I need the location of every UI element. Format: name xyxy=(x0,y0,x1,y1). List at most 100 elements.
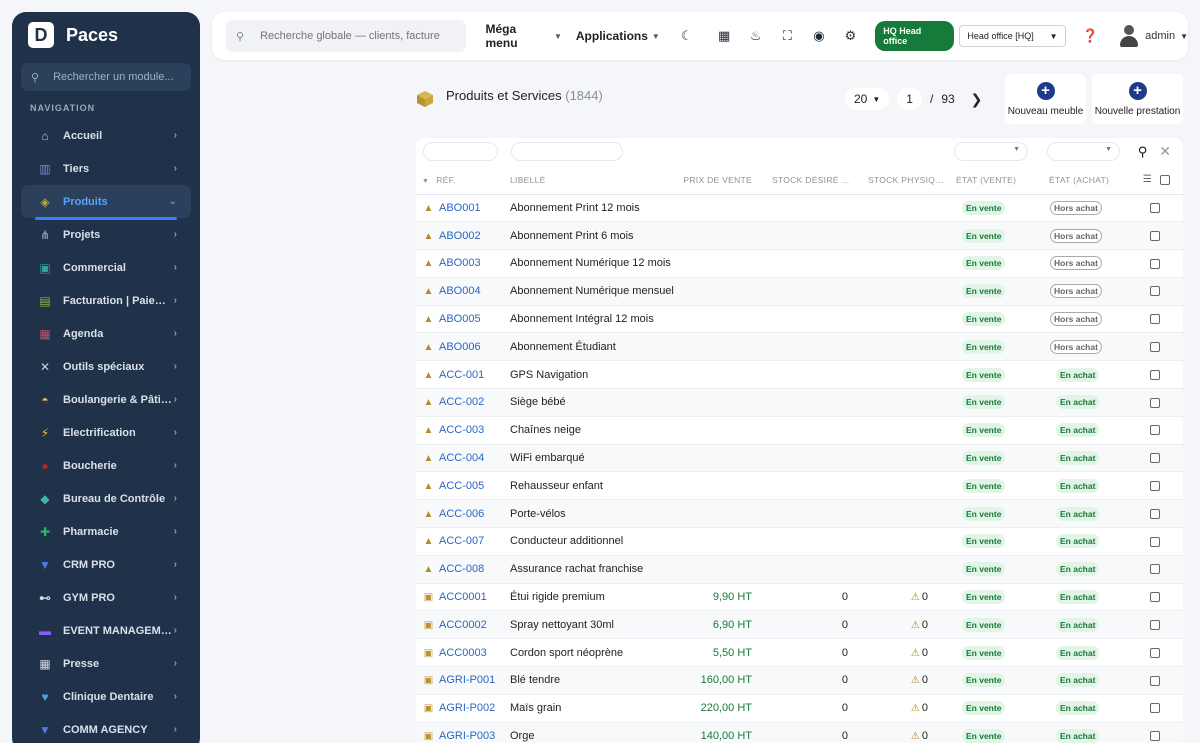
row-checkbox[interactable] xyxy=(1150,536,1160,547)
row-checkbox[interactable] xyxy=(1150,314,1160,325)
module-search-input[interactable]: ⚲ Rechercher un module... xyxy=(21,63,191,91)
sidebar-item[interactable]: ◆ Bureau de Contrôle › xyxy=(21,482,191,515)
row-checkbox[interactable] xyxy=(1150,703,1160,714)
brand[interactable]: D Paces xyxy=(12,12,200,58)
header-price[interactable]: PRIX DE VENTE xyxy=(682,166,760,195)
table-row[interactable]: ▲ ACC-007 Conducteur additionnel En vente En… xyxy=(416,527,1183,556)
search-icon[interactable]: ⚲ xyxy=(1138,144,1148,160)
ref-link[interactable]: ACC-001 xyxy=(439,369,484,381)
applications-button[interactable]: Applications ▼ xyxy=(576,29,660,43)
office-select[interactable]: Head office [HQ] ▼ xyxy=(959,25,1066,47)
table-row[interactable]: ▲ ACC-008 Assurance rachat franchise En ven… xyxy=(416,555,1183,584)
ref-link[interactable]: ACC0003 xyxy=(439,647,487,659)
sidebar-item[interactable]: ▼ COMM AGENCY › xyxy=(21,713,191,743)
ref-link[interactable]: ABO003 xyxy=(439,257,481,269)
ref-link[interactable]: ACC-004 xyxy=(439,452,484,464)
row-checkbox[interactable] xyxy=(1150,647,1160,658)
table-row[interactable]: ▲ ACC-004 WiFi embarqué En vente En achat xyxy=(416,444,1183,473)
sidebar-item[interactable]: ▦ Agenda › xyxy=(21,317,191,350)
table-row[interactable]: ▲ ABO006 Abonnement Étudiant En vente Hors a… xyxy=(416,332,1183,362)
filter-state-purchase-select[interactable]: ▼ xyxy=(1047,142,1120,161)
row-checkbox[interactable] xyxy=(1150,230,1160,241)
ref-link[interactable]: ABO004 xyxy=(439,285,481,297)
sidebar-item[interactable]: ▣ Commercial › xyxy=(21,251,191,284)
row-checkbox[interactable] xyxy=(1150,508,1160,519)
per-page-select[interactable]: 20 ▼ xyxy=(845,88,890,110)
ref-link[interactable]: ACC-008 xyxy=(439,563,484,575)
ref-link[interactable]: ABO006 xyxy=(439,341,481,353)
table-row[interactable]: ▲ ABO005 Abonnement Intégral 12 mois En ven… xyxy=(416,305,1183,334)
sidebar-item[interactable]: ♥ Clinique Dentaire › xyxy=(21,680,191,713)
next-page-icon[interactable]: ❯ xyxy=(971,91,983,108)
row-checkbox[interactable] xyxy=(1150,480,1160,491)
ref-link[interactable]: AGRI-P002 xyxy=(439,702,495,714)
table-row[interactable]: ▣ ACC0003 Cordon sport néoprène 5,50 HT 0 ⚠ 0 E… xyxy=(416,638,1183,668)
sidebar-item[interactable]: ⌂ Accueil › xyxy=(21,119,191,152)
row-checkbox[interactable] xyxy=(1150,619,1160,630)
filter-label-input[interactable] xyxy=(511,142,623,161)
help-icon[interactable]: ❓ xyxy=(1080,25,1102,47)
header-state-purchase[interactable]: ÉTAT (ACHAT) xyxy=(1040,166,1130,195)
dark-mode-icon[interactable]: ☾ xyxy=(676,25,698,47)
ref-link[interactable]: ABO005 xyxy=(439,313,481,325)
row-checkbox[interactable] xyxy=(1150,341,1160,352)
table-row[interactable]: ▣ AGRI-P002 Maïs grain 220,00 HT 0 ⚠ 0 En vente… xyxy=(416,694,1183,723)
ref-link[interactable]: AGRI-P003 xyxy=(439,730,495,742)
table-row[interactable]: ▣ AGRI-P003 Orge 140,00 HT 0 ⚠ 0 En vente En ach… xyxy=(416,722,1183,743)
ref-link[interactable]: ACC-006 xyxy=(439,508,484,520)
row-checkbox[interactable] xyxy=(1150,675,1160,686)
user-menu[interactable]: admin ▼ xyxy=(1119,25,1188,47)
close-icon[interactable]: ✕ xyxy=(1159,143,1171,160)
header-state-sale[interactable]: ÉTAT (VENTE) xyxy=(946,166,1040,195)
table-row[interactable]: ▲ ACC-003 Chaînes neige En vente En achat xyxy=(416,416,1183,445)
page-input[interactable]: 1 xyxy=(897,88,922,110)
sidebar-item[interactable]: ✚ Pharmacie › xyxy=(21,515,191,548)
header-stock-desired[interactable]: STOCK DÉSIRÉ ... xyxy=(760,166,858,195)
ref-link[interactable]: ABO001 xyxy=(439,202,481,214)
table-row[interactable]: ▲ ABO002 Abonnement Print 6 mois En vente Ho… xyxy=(416,221,1183,251)
global-search-input[interactable] xyxy=(260,30,441,42)
hq-badge[interactable]: HQ Head office xyxy=(875,21,955,51)
ref-link[interactable]: ABO002 xyxy=(439,230,481,242)
sidebar-item[interactable]: ▦ Presse › xyxy=(21,647,191,680)
row-checkbox[interactable] xyxy=(1150,397,1160,408)
sidebar-item[interactable]: ● Boucherie › xyxy=(21,449,191,482)
table-row[interactable]: ▣ AGRI-P001 Blé tendre 160,00 HT 0 ⚠ 0 En vente… xyxy=(416,666,1183,695)
ref-link[interactable]: AGRI-P001 xyxy=(439,674,495,686)
table-row[interactable]: ▲ ACC-005 Rehausseur enfant En vente En acha… xyxy=(416,471,1183,501)
global-search[interactable]: ⚲ xyxy=(226,20,466,52)
row-checkbox[interactable] xyxy=(1150,731,1160,742)
sidebar-item[interactable]: ▼ CRM PRO › xyxy=(21,548,191,581)
table-row[interactable]: ▲ ACC-002 Siège bébé En vente En achat xyxy=(416,388,1183,417)
header-stock-physical[interactable]: STOCK PHYSIQUE xyxy=(858,166,946,195)
filter-state-sale-select[interactable]: ▼ xyxy=(954,142,1028,161)
row-checkbox[interactable] xyxy=(1150,425,1160,436)
ref-link[interactable]: ACC-003 xyxy=(439,424,484,436)
list-settings-icon[interactable]: ☰ xyxy=(1143,174,1152,185)
header-ref[interactable]: ▼ RÉF. xyxy=(416,166,504,195)
new-service-button[interactable]: + Nouvelle prestation xyxy=(1092,74,1183,124)
table-row[interactable]: ▲ ABO003 Abonnement Numérique 12 mois En ve… xyxy=(416,249,1183,278)
sidebar-item[interactable]: ▬ EVENT MANAGEME... › xyxy=(21,614,191,647)
table-row[interactable]: ▲ ACC-006 Porte-vélos En vente En achat xyxy=(416,499,1183,529)
table-row[interactable]: ▣ ACC0001 Étui rigide premium 9,90 HT 0 ⚠ 0 En … xyxy=(416,583,1183,612)
gear-icon[interactable]: ⚙ xyxy=(840,25,862,47)
sidebar-item[interactable]: ⊷ GYM PRO › xyxy=(21,581,191,614)
ref-link[interactable]: ACC0001 xyxy=(439,591,487,603)
table-row[interactable]: ▲ ACC-001 GPS Navigation En vente En achat xyxy=(416,360,1183,390)
row-checkbox[interactable] xyxy=(1150,564,1160,575)
sidebar-item[interactable]: ◈ Produits ⌄ xyxy=(21,185,191,220)
row-checkbox[interactable] xyxy=(1150,202,1160,213)
filter-ref-input[interactable] xyxy=(423,142,498,161)
header-label[interactable]: LIBELLÉ xyxy=(504,166,682,195)
mega-menu-button[interactable]: Méga menu ▼ xyxy=(486,22,562,50)
ref-link[interactable]: ACC-007 xyxy=(439,535,484,547)
row-checkbox[interactable] xyxy=(1150,258,1160,269)
sidebar-item[interactable]: ▥ Tiers › xyxy=(21,152,191,185)
sidebar-item[interactable]: ▤ Facturation | Paiement › xyxy=(21,284,191,317)
new-furniture-button[interactable]: + Nouveau meuble xyxy=(1005,74,1086,124)
sidebar-item[interactable]: ⋔ Projets › xyxy=(21,218,191,251)
sidebar-item[interactable]: ✕ Outils spéciaux › xyxy=(21,350,191,383)
table-row[interactable]: ▲ ABO004 Abonnement Numérique mensuel En ve… xyxy=(416,277,1183,306)
fullscreen-icon[interactable]: ⛶ xyxy=(777,25,799,47)
